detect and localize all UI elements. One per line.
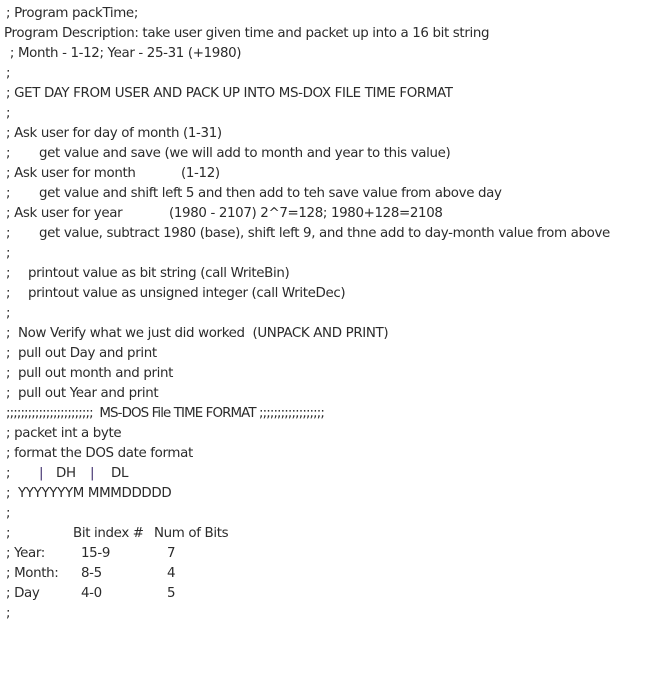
bit-index-value: 15-9 <box>81 546 110 561</box>
blank-comment-line: ; <box>6 506 11 521</box>
range-text: (1-12) <box>181 166 220 181</box>
dh-label: DH <box>56 466 76 481</box>
column-header-num-bits: Num of Bits <box>154 526 229 541</box>
dl-label: DL <box>111 466 129 481</box>
ask-month-line: ; Ask user for month (1-12) <box>6 164 220 184</box>
comment-semicolon: ; <box>6 286 11 301</box>
table-row: ; Year: 15-9 7 <box>6 544 176 564</box>
get-day-line: ; get value and save (we will add to mon… <box>6 144 451 164</box>
instruction-text: get value, subtract 1980 (base), shift l… <box>39 226 610 241</box>
blank-comment-line: ; <box>6 246 11 261</box>
print-bin-line: ; printout value as bit string (call Wri… <box>6 264 290 284</box>
comment-semicolon: ; <box>6 186 11 201</box>
column-header-bit-index: Bit index # <box>73 526 144 541</box>
blank-comment-line: ; <box>6 306 11 321</box>
section-heading-line: ; GET DAY FROM USER AND PACK UP INTO MS-… <box>6 86 453 101</box>
bit-index-value: 4-0 <box>81 586 102 601</box>
pull-year-line: ; pull out Year and print <box>6 386 159 401</box>
format-line: ; format the DOS date format <box>6 446 193 461</box>
comment-semicolon: ; <box>6 466 11 481</box>
pipe-divider: | <box>90 466 95 481</box>
comment-semicolon: ; <box>6 146 11 161</box>
blank-comment-line: ; <box>6 106 11 121</box>
pull-month-line: ; pull out month and print <box>6 366 174 381</box>
blank-comment-line: ; <box>6 66 11 81</box>
row-label: ; Month: <box>6 566 59 581</box>
instruction-text: printout value as bit string (call Write… <box>28 266 290 281</box>
pull-day-line: ; pull out Day and print <box>6 346 157 361</box>
comment-semicolon: ; <box>6 266 11 281</box>
range-line: ; Month - 1-12; Year - 25-31 (+1980) <box>6 46 242 61</box>
trailing-comment-line: ; <box>6 606 11 621</box>
instruction-text: get value and shift left 5 and then add … <box>39 186 502 201</box>
num-bits-value: 5 <box>167 586 176 601</box>
table-row: ; Month: 8-5 4 <box>6 564 176 584</box>
print-dec-line: ; printout value as unsigned integer (ca… <box>6 284 346 304</box>
row-label: ; Day <box>6 586 40 601</box>
get-year-line: ; get value, subtract 1980 (base), shift… <box>6 224 610 244</box>
verify-line: ; Now Verify what we just did worked (UN… <box>6 326 389 341</box>
ask-day-line: ; Ask user for day of month (1-31) <box>6 126 222 141</box>
instruction-text: ; Ask user for year <box>6 206 123 221</box>
program-description-line: Program Description: take user given tim… <box>4 26 490 41</box>
pipe-divider: | <box>39 466 44 481</box>
bit-index-value: 8-5 <box>81 566 102 581</box>
comment-semicolon: ; <box>6 526 11 541</box>
row-label: ; Year: <box>6 546 45 561</box>
table-header-row: ; Bit index # Num of Bits <box>6 524 229 544</box>
format-banner-line: ;;;;;;;;;;;;;;;;;;;;;;;; MS-DOS File TIM… <box>6 406 325 421</box>
comment-semicolon: ; <box>6 226 11 241</box>
ask-year-line: ; Ask user for year (1980 - 2107) 2^7=12… <box>6 204 443 224</box>
bit-layout-line: ; YYYYYYYM MMMDDDDD <box>6 486 172 501</box>
packet-line: ; packet int a byte <box>6 426 122 441</box>
register-header-line: ; | DH | DL <box>6 464 128 484</box>
range-text: (1980 - 2107) 2^7=128; 1980+128=2108 <box>169 206 443 221</box>
num-bits-value: 4 <box>167 566 176 581</box>
instruction-text: ; Ask user for month <box>6 166 136 181</box>
num-bits-value: 7 <box>167 546 176 561</box>
program-title-line: ; Program packTime; <box>6 6 138 21</box>
instruction-text: get value and save (we will add to month… <box>39 146 451 161</box>
get-month-line: ; get value and shift left 5 and then ad… <box>6 184 502 204</box>
table-row: ; Day 4-0 5 <box>6 584 176 604</box>
instruction-text: printout value as unsigned integer (call… <box>28 286 346 301</box>
